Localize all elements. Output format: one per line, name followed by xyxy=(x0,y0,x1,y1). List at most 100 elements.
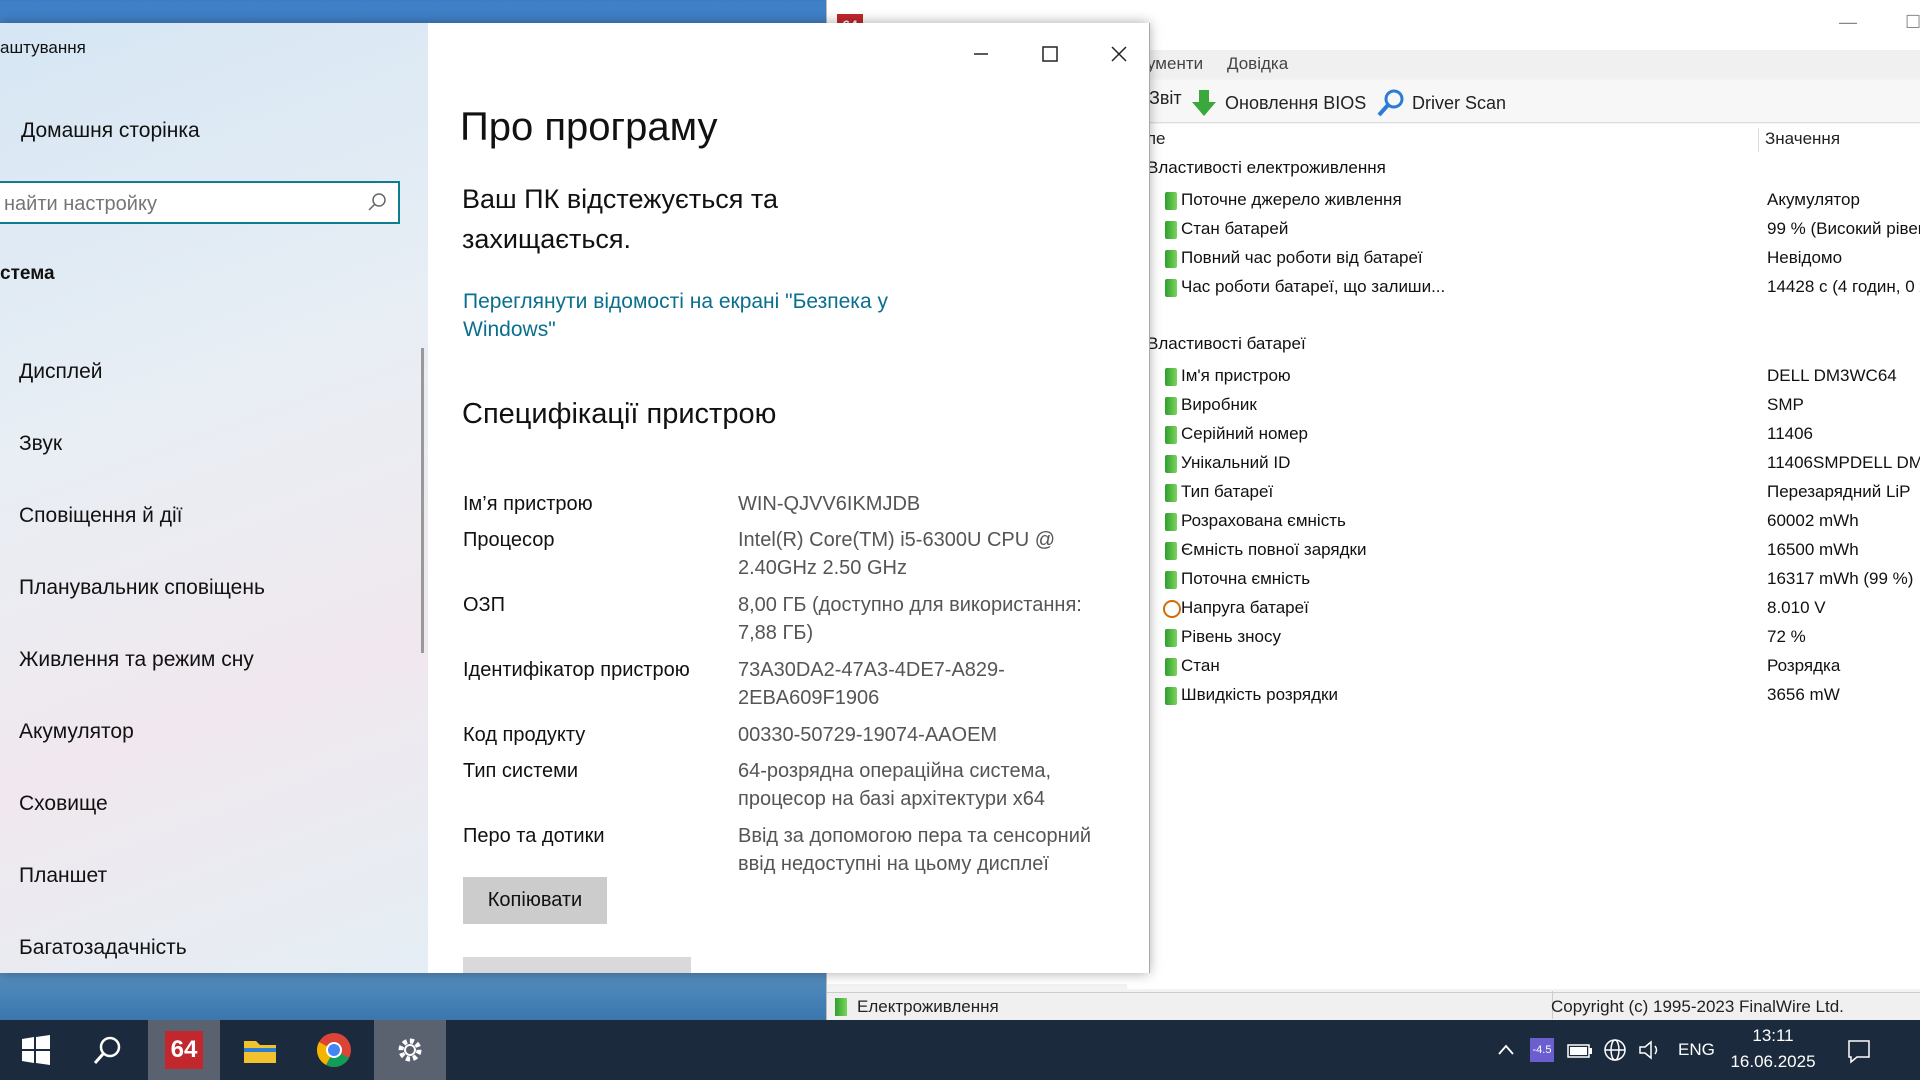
table-row[interactable]: Ємність повної зарядки 16500 mWh xyxy=(1127,536,1920,565)
table-row[interactable]: Стан Розрядка xyxy=(1127,652,1920,681)
copy-button[interactable]: Копіювати xyxy=(463,877,607,924)
language-indicator[interactable]: ENG xyxy=(1678,1040,1715,1062)
field-name: Час роботи батареї, що залиши... xyxy=(1181,277,1446,296)
table-row[interactable]: Ім'я пристрою DELL DM3WC64 xyxy=(1127,362,1920,391)
minimize-icon[interactable]: — xyxy=(1839,12,1857,33)
chrome-icon xyxy=(317,1033,351,1067)
table-row[interactable]: Напруга батареї 8.010 V xyxy=(1127,594,1920,623)
spec-value: 73A30DA2-47A3-4DE7-A829-2EBA609F1906 xyxy=(738,659,1005,709)
temperature-badge[interactable]: -4.5 xyxy=(1530,1038,1554,1062)
table-row[interactable]: Поточна ємність 16317 mWh (99 %) xyxy=(1127,565,1920,594)
driver-scan-button[interactable]: Driver Scan xyxy=(1376,88,1506,118)
table-row[interactable]: Тип батареї Перезарядний LiP xyxy=(1127,478,1920,507)
taskbar-chrome[interactable] xyxy=(298,1020,370,1080)
minimize-icon[interactable] xyxy=(966,39,996,69)
search-button[interactable] xyxy=(72,1020,144,1080)
battery-icon[interactable] xyxy=(1567,1042,1593,1060)
field-value: 11406SMPDELL DM3WC64 xyxy=(1767,453,1920,472)
field-name: Тип батареї xyxy=(1181,482,1274,501)
spec-label: Перо та дотики xyxy=(463,825,605,847)
security-details-link[interactable]: Переглянути відомості на екрані "Безпека… xyxy=(463,288,913,344)
notifications-icon[interactable] xyxy=(1846,1038,1872,1064)
sidebar-item[interactable]: Багатозадачність xyxy=(19,936,187,960)
bios-update-button[interactable]: Оновлення BIOS xyxy=(1189,88,1366,118)
sidebar-item[interactable]: Дисплей xyxy=(19,360,103,384)
table-row[interactable]: Час роботи батареї, що залиши... 14428 с … xyxy=(1127,273,1920,302)
field-name: Ім'я пристрою xyxy=(1181,366,1291,385)
gear-icon xyxy=(398,1038,422,1062)
bios-update-label: Оновлення BIOS xyxy=(1225,92,1367,113)
sidebar-item[interactable]: Планувальник сповіщень xyxy=(19,576,265,600)
sidebar-item[interactable]: Звук xyxy=(19,432,62,456)
battery-icon xyxy=(1165,484,1177,502)
table-row[interactable]: Рівень зносу 72 % xyxy=(1127,623,1920,652)
battery-icon xyxy=(1165,279,1177,297)
copyright-text: Copyright (c) 1995-2023 FinalWire Ltd. xyxy=(1551,997,1844,1016)
network-globe-icon[interactable] xyxy=(1603,1038,1627,1062)
battery-icon xyxy=(1165,192,1177,210)
field-value: 99 % (Високий рівень) xyxy=(1767,219,1920,238)
sidebar-item[interactable]: Акумулятор xyxy=(19,720,134,744)
table-row[interactable]: Повний час роботи від батареї Невідомо xyxy=(1127,244,1920,273)
menu-item-tools[interactable]: ументи xyxy=(1147,54,1203,74)
chevron-up-icon[interactable] xyxy=(1496,1040,1516,1060)
start-button[interactable] xyxy=(0,1020,72,1080)
report-button[interactable]: Звіт xyxy=(1149,88,1182,109)
field-value: Розрядка xyxy=(1767,656,1841,675)
field-name: Серійний номер xyxy=(1181,424,1309,443)
table-row[interactable]: Серійний номер 11406 xyxy=(1127,420,1920,449)
taskbar-aida64[interactable]: 64 xyxy=(148,1020,220,1080)
field-value: SMP xyxy=(1767,395,1804,414)
group-power-properties[interactable]: Властивості електроживлення xyxy=(1147,158,1386,178)
settings-search[interactable] xyxy=(0,181,400,224)
field-name: Напруга батареї xyxy=(1181,598,1309,617)
clock-time[interactable]: 13:11 xyxy=(1728,1026,1818,1046)
battery-icon xyxy=(835,998,847,1016)
table-row[interactable]: Швидкість розрядки 3656 mW xyxy=(1127,681,1920,710)
field-value: Невідомо xyxy=(1767,248,1843,267)
field-name: Виробник xyxy=(1181,395,1257,414)
table-row[interactable]: Виробник SMP xyxy=(1127,391,1920,420)
partial-button[interactable] xyxy=(463,957,691,973)
speaker-icon[interactable] xyxy=(1638,1039,1664,1061)
sidebar-scrollbar[interactable] xyxy=(421,348,424,653)
taskbar-settings[interactable] xyxy=(374,1020,446,1080)
home-link[interactable]: Домашня сторінка xyxy=(21,119,200,143)
spec-value: Ввід за допомогою пера та сенсорний ввід… xyxy=(738,825,1092,875)
spec-label: Ідентифікатор пристрою xyxy=(463,659,690,681)
search-icon xyxy=(93,1036,121,1064)
table-row[interactable]: Розрахована ємність 60002 mWh xyxy=(1127,507,1920,536)
field-value: 8.010 V xyxy=(1767,598,1826,617)
column-separator[interactable] xyxy=(1758,128,1759,152)
menu-item-help[interactable]: Довідка xyxy=(1227,54,1288,74)
settings-sidebar: аштування Домашня сторінка стема Дисплей… xyxy=(0,23,428,973)
sidebar-item[interactable]: Сповіщення й дії xyxy=(19,504,182,528)
battery-icon xyxy=(1165,542,1177,560)
maximize-icon[interactable]: ☐ xyxy=(1905,12,1920,33)
status-section-label: Електроживлення xyxy=(857,997,999,1016)
table-row[interactable]: Поточне джерело живлення Акумулятор xyxy=(1127,186,1920,215)
driver-scan-label: Driver Scan xyxy=(1412,92,1507,113)
column-header-value[interactable]: Значення xyxy=(1765,124,1840,154)
battery-icon xyxy=(1165,658,1177,676)
table-row[interactable]: Унікальний ID 11406SMPDELL DM3WC64 xyxy=(1127,449,1920,478)
taskbar-file-explorer[interactable] xyxy=(224,1020,296,1080)
spec-label: Тип системи xyxy=(463,760,579,782)
sidebar-item[interactable]: Планшет xyxy=(19,864,107,888)
group-battery-properties[interactable]: Властивості батареї xyxy=(1147,334,1306,354)
sidebar-item[interactable]: Сховище xyxy=(19,792,108,816)
battery-icon xyxy=(1165,426,1177,444)
maximize-icon[interactable] xyxy=(1035,39,1065,69)
field-value: 3656 mW xyxy=(1767,685,1840,704)
field-name: Унікальний ID xyxy=(1181,453,1291,472)
close-icon[interactable] xyxy=(1104,39,1134,69)
search-icon[interactable] xyxy=(366,191,388,213)
table-row[interactable]: Стан батарей 99 % (Високий рівень) xyxy=(1127,215,1920,244)
aida-status-bar: Електроживлення Copyright (c) 1995-2023 … xyxy=(827,991,1920,1021)
aida-details-panel: оле Значення Властивості електроживлення… xyxy=(1127,124,1920,989)
clock-date[interactable]: 16.06.2025 xyxy=(1728,1052,1818,1072)
search-input[interactable] xyxy=(2,190,356,218)
spec-value: 8,00 ГБ (доступно для використання: 7,88… xyxy=(738,594,1082,644)
voltage-icon xyxy=(1163,600,1181,618)
sidebar-item[interactable]: Живлення та режим сну xyxy=(19,648,254,672)
